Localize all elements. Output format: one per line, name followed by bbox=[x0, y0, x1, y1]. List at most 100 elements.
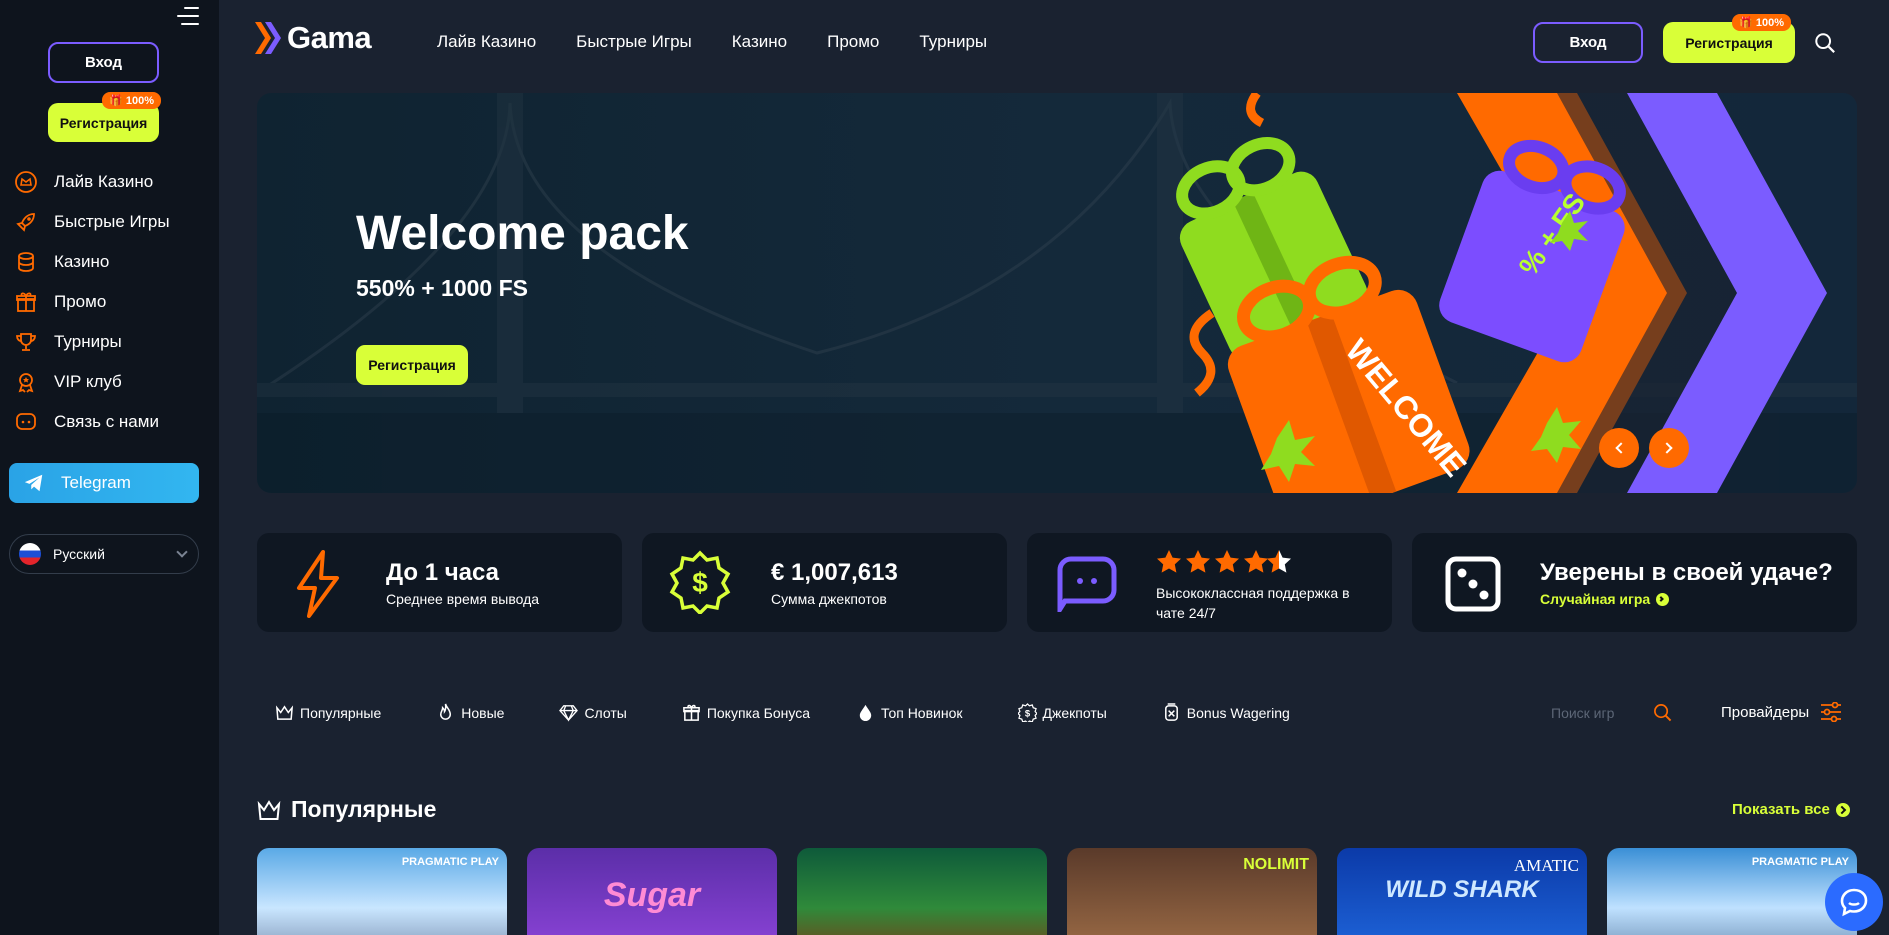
game-card[interactable]: NOLIMIT bbox=[1067, 848, 1317, 935]
filter-label: Новые bbox=[461, 704, 505, 721]
nav-fast-games[interactable]: Быстрые Игры bbox=[576, 32, 692, 52]
sidebar-item-fast-games[interactable]: Быстрые Игры bbox=[14, 202, 170, 242]
telegram-icon bbox=[24, 474, 43, 492]
sidebar-item-label: VIP клуб bbox=[54, 372, 122, 391]
game-name: Sugar bbox=[603, 876, 701, 914]
star-icon bbox=[1186, 550, 1210, 573]
filter-popular[interactable]: Популярные bbox=[275, 703, 381, 722]
bonus-icon bbox=[1164, 703, 1178, 721]
svg-text:$: $ bbox=[692, 567, 708, 598]
sidebar-item-label: Лайв Казино bbox=[54, 172, 154, 191]
filter-bonus-buy[interactable]: Покупка Бонуса bbox=[682, 703, 810, 722]
banner-title: Welcome pack bbox=[356, 207, 689, 260]
providers-button[interactable]: Провайдеры bbox=[1721, 704, 1809, 721]
rocket-icon bbox=[16, 213, 35, 232]
lightning-icon bbox=[297, 550, 339, 618]
chat-bubble-icon bbox=[1840, 888, 1868, 917]
filter-top-new[interactable]: Топ Новинок bbox=[856, 703, 963, 722]
search-icon[interactable] bbox=[1653, 703, 1672, 722]
logo[interactable]: Gama bbox=[253, 20, 372, 56]
sidebar-login-button[interactable]: Вход bbox=[48, 42, 159, 83]
chevron-down-icon bbox=[176, 546, 188, 558]
menu-toggle-icon[interactable] bbox=[177, 7, 201, 29]
filter-new[interactable]: Новые bbox=[436, 703, 504, 722]
sidebar-item-label: Казино bbox=[54, 252, 110, 271]
star-icon bbox=[1157, 550, 1181, 573]
game-card[interactable]: PRAGMATIC PLAY bbox=[257, 848, 507, 935]
medal-icon bbox=[18, 373, 34, 393]
drop-icon bbox=[859, 704, 872, 722]
language-label: Русский bbox=[53, 546, 105, 562]
game-card[interactable]: PRAGMATIC PLAY bbox=[1607, 848, 1857, 935]
dice-icon bbox=[1445, 556, 1501, 612]
language-select[interactable]: Русский bbox=[9, 534, 199, 574]
filter-bonus-wagering[interactable]: Bonus Wagering bbox=[1162, 703, 1290, 722]
filter-slots[interactable]: Слоты bbox=[559, 703, 627, 722]
info-card-support: Высококлассная поддержка в чате 24/7 bbox=[1027, 533, 1392, 632]
svg-text:$: $ bbox=[1024, 708, 1030, 719]
arrow-circle-icon bbox=[1656, 592, 1670, 606]
gift-icon bbox=[16, 292, 36, 312]
live-chat-button[interactable] bbox=[1825, 873, 1883, 931]
game-provider: PRAGMATIC PLAY bbox=[1751, 856, 1849, 868]
welcome-gifts-illustration: % + FS WELCOME bbox=[1176, 93, 1827, 493]
logo-chevrons-icon bbox=[255, 22, 281, 54]
game-provider: NOLIMIT bbox=[1243, 856, 1309, 873]
sidebar-item-tournaments[interactable]: Турниры bbox=[14, 322, 170, 362]
sidebar-item-live-casino[interactable]: Лайв Казино bbox=[14, 162, 170, 202]
random-game-link[interactable]: Случайная игра bbox=[1540, 591, 1670, 607]
nav-tournaments[interactable]: Турниры bbox=[919, 32, 987, 52]
sidebar-item-promo[interactable]: Промо bbox=[14, 282, 170, 322]
game-search-input[interactable]: Поиск игр bbox=[1551, 705, 1614, 721]
header-register-label: Регистрация bbox=[1685, 34, 1773, 51]
game-filters: Популярные Новые Слоты Покупка Бонуса То… bbox=[275, 703, 1326, 722]
sidebar-register-button[interactable]: Регистрация 🎁 100% bbox=[48, 92, 161, 142]
sidebar-item-vip[interactable]: VIP клуб bbox=[14, 362, 170, 402]
search-icon[interactable] bbox=[1814, 32, 1836, 54]
telegram-label: Telegram bbox=[61, 473, 131, 492]
card-subtitle: Высококлассная поддержка в чате 24/7 bbox=[1156, 585, 1350, 621]
chat-bubble-icon bbox=[1057, 556, 1117, 612]
banner-next-button[interactable] bbox=[1649, 428, 1689, 468]
trophy-icon bbox=[16, 333, 36, 351]
filter-label: Слоты bbox=[584, 704, 627, 721]
banner-subtitle: 550% + 1000 FS bbox=[356, 275, 528, 301]
crown-icon bbox=[275, 705, 294, 720]
nav-casino[interactable]: Казино bbox=[732, 32, 787, 52]
bonus-badge: 🎁 100% bbox=[102, 92, 161, 109]
telegram-button[interactable]: Telegram bbox=[9, 463, 199, 503]
game-provider: AMATIC bbox=[1513, 856, 1579, 875]
coin-icon: $ bbox=[1017, 703, 1037, 722]
star-icon bbox=[1215, 550, 1239, 573]
header-register-button[interactable]: Регистрация 🎁 100% bbox=[1663, 14, 1795, 63]
section-title-label: Популярные bbox=[291, 796, 437, 822]
game-card[interactable] bbox=[797, 848, 1047, 935]
sliders-icon[interactable] bbox=[1820, 702, 1842, 722]
game-card[interactable]: AMATIC WILD SHARK bbox=[1337, 848, 1587, 935]
sidebar-item-label: Быстрые Игры bbox=[54, 212, 170, 231]
sidebar-item-label: Промо bbox=[54, 292, 107, 311]
dollar-badge-icon: $ bbox=[669, 550, 731, 614]
rating-stars bbox=[1157, 550, 1291, 573]
nav-live-casino[interactable]: Лайв Казино bbox=[437, 32, 536, 52]
section-title-popular: Популярные bbox=[257, 796, 436, 823]
banner-register-button[interactable]: Регистрация bbox=[356, 345, 468, 385]
sidebar-register-label: Регистрация bbox=[59, 114, 148, 131]
nav-promo[interactable]: Промо bbox=[827, 32, 879, 52]
diamond-icon bbox=[559, 705, 579, 722]
game-card[interactable]: Sugar bbox=[527, 848, 777, 935]
filter-jackpots[interactable]: $ Джекпоты bbox=[1017, 703, 1107, 722]
sidebar-item-contact[interactable]: Связь с нами bbox=[14, 402, 170, 442]
info-card-withdrawal: До 1 часа Среднее время вывода bbox=[257, 533, 622, 632]
filter-label: Топ Новинок bbox=[880, 704, 963, 721]
sidebar-item-casino[interactable]: Казино bbox=[14, 242, 170, 282]
sidebar: Вход Регистрация 🎁 100% Лайв Казино Быст… bbox=[0, 0, 219, 935]
filter-label: Покупка Бонуса bbox=[706, 704, 810, 721]
coins-stack-icon bbox=[18, 252, 34, 272]
show-all-link[interactable]: Показать все bbox=[1732, 801, 1850, 818]
promo-banner[interactable]: Welcome pack 550% + 1000 FS Регистрация … bbox=[257, 93, 1857, 493]
game-name: WILD SHARK bbox=[1385, 876, 1539, 903]
flame-icon bbox=[440, 703, 452, 720]
banner-prev-button[interactable] bbox=[1599, 428, 1639, 468]
header-login-button[interactable]: Вход bbox=[1533, 22, 1643, 63]
